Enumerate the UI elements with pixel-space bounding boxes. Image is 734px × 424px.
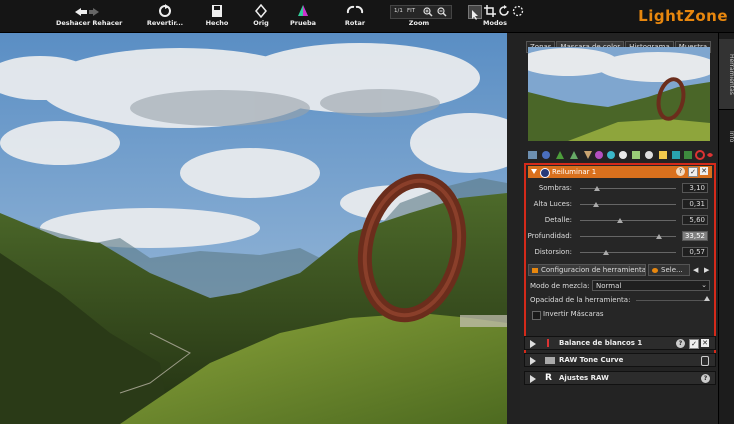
tool-icons-row — [526, 146, 714, 161]
preview-thumbnail — [528, 47, 710, 141]
settings-icon — [532, 268, 538, 273]
undo-redo-icon — [75, 8, 99, 16]
slider-knob[interactable] — [617, 218, 624, 223]
opacity-track[interactable] — [636, 300, 708, 301]
enable-checkbox[interactable]: ✓ — [688, 167, 698, 177]
panel-gutter — [507, 33, 520, 424]
revert-label: Revertir... — [146, 19, 184, 27]
raw-icon: R — [545, 373, 552, 383]
slider-value[interactable]: 5,60 — [682, 215, 708, 225]
expand-triangle-icon[interactable] — [531, 169, 537, 174]
tool-title: Balance de blancos 1 — [559, 339, 643, 347]
tab-tool-settings-label: Configuracion de herramientas — [541, 266, 646, 274]
lock-icon — [701, 356, 709, 366]
slider-value[interactable]: 3,10 — [682, 183, 708, 193]
modes-label-wrap: Modos — [478, 14, 512, 30]
invert-masks-checkbox[interactable] — [532, 311, 541, 320]
opacity-knob[interactable] — [704, 296, 710, 301]
tab-next-icon[interactable]: ▶ — [704, 266, 709, 274]
revert-button[interactable]: Revertir... — [145, 0, 185, 32]
original-icon — [255, 4, 267, 18]
relight-title: Reiluminar 1 — [552, 168, 597, 176]
zoom-label-wrap: Zoom — [399, 14, 439, 30]
tab-selection[interactable]: Sele... — [648, 264, 690, 276]
enable-checkbox[interactable]: ✓ — [689, 339, 699, 349]
help-icon[interactable]: ? — [701, 374, 710, 383]
relight-icon — [540, 168, 550, 178]
blend-mode-label: Modo de mezcla: — [530, 282, 590, 290]
preview-tabs: ZonasMascara de colorHistogramaMuestra — [526, 34, 712, 53]
slider-label: Alta Luces: — [533, 200, 572, 208]
tool-raw-tone-curve[interactable]: RAW Tone Curve — [524, 353, 716, 367]
expand-triangle-icon[interactable] — [530, 357, 536, 365]
tool-raw-adjustments[interactable]: R Ajustes RAW ? — [524, 371, 716, 385]
slider-value[interactable]: 0,57 — [682, 247, 708, 257]
side-tabs: Herramientas Info — [718, 33, 734, 424]
slider-value[interactable]: 33,52 — [682, 231, 708, 241]
tab-tool-settings[interactable]: Configuracion de herramientas — [528, 264, 646, 276]
tab-prev-icon[interactable]: ◀ — [693, 266, 698, 274]
slider-label: Sombras: — [538, 184, 572, 192]
slider-label: Detalle: — [544, 216, 572, 224]
undo-redo-label: Deshacer Rehacer — [56, 19, 123, 27]
region-mode-icon[interactable] — [512, 5, 524, 17]
done-button[interactable]: Hecho — [203, 0, 231, 32]
invert-masks-label: Invertir Máscaras — [543, 310, 604, 318]
save-icon — [212, 5, 222, 17]
tab-herramientas[interactable]: Herramientas — [719, 39, 734, 110]
orig-button[interactable]: Orig — [250, 0, 272, 32]
slider-label: Distorsion: — [534, 248, 572, 256]
main-toolbar: Deshacer Rehacer Revertir... Hecho Orig … — [0, 0, 734, 33]
zoom-label: Zoom — [408, 19, 430, 27]
app-logo: LightZone — [638, 7, 728, 25]
slider-track[interactable] — [580, 220, 676, 221]
tool-title: RAW Tone Curve — [559, 356, 624, 364]
chevron-down-icon: ⌄ — [701, 281, 707, 289]
orig-label: Orig — [253, 19, 269, 27]
close-icon[interactable]: ✕ — [701, 339, 709, 347]
help-icon[interactable]: ? — [676, 167, 685, 176]
slider-knob[interactable] — [655, 234, 662, 239]
thermometer-icon — [547, 339, 549, 347]
close-icon[interactable]: ✕ — [700, 167, 708, 175]
tool-title: Ajustes RAW — [559, 374, 609, 382]
rotate-label: Rotar — [344, 19, 366, 27]
tab-selection-label: Sele... — [661, 266, 683, 274]
revert-icon — [159, 4, 171, 17]
rotate-button[interactable]: Rotar — [343, 0, 367, 32]
undo-redo-button[interactable]: Deshacer Rehacer — [56, 0, 123, 32]
proof-color-icon — [298, 5, 308, 16]
expand-triangle-icon[interactable] — [530, 340, 536, 348]
modes-label: Modos — [483, 19, 507, 27]
photo-canvas[interactable] — [0, 33, 507, 424]
curve-icon — [545, 357, 555, 364]
tool-palette-icons[interactable] — [526, 149, 714, 161]
slider-knob[interactable] — [593, 202, 600, 207]
help-icon[interactable]: ? — [676, 339, 685, 348]
blend-mode-select[interactable]: Normal ⌄ — [592, 280, 710, 291]
slider-knob[interactable] — [594, 186, 601, 191]
slider-knob[interactable] — [602, 250, 609, 255]
tool-white-balance[interactable]: Balance de blancos 1 ? ✓ ✕ — [524, 336, 716, 350]
blend-mode-value: Normal — [596, 282, 622, 290]
proof-button[interactable]: Prueba — [289, 0, 317, 32]
tab-info[interactable]: Info — [719, 125, 734, 149]
selection-icon — [652, 268, 658, 273]
tools-panel: ZonasMascara de colorHistogramaMuestra — [520, 33, 718, 424]
slider-track[interactable] — [580, 252, 676, 253]
opacity-label: Opacidad de la herramienta: — [530, 296, 631, 304]
slider-value[interactable]: 0,31 — [682, 199, 708, 209]
relight-tool-header[interactable]: Reiluminar 1 ? ✓ ✕ — [528, 166, 712, 178]
proof-label: Prueba — [289, 19, 317, 27]
slider-label: Profundidad: — [527, 232, 572, 240]
tool-subtabs: Configuracion de herramientas Sele... ◀ … — [528, 264, 712, 276]
rotate-icon — [346, 5, 364, 14]
expand-triangle-icon[interactable] — [530, 375, 536, 383]
done-label: Hecho — [205, 19, 229, 27]
